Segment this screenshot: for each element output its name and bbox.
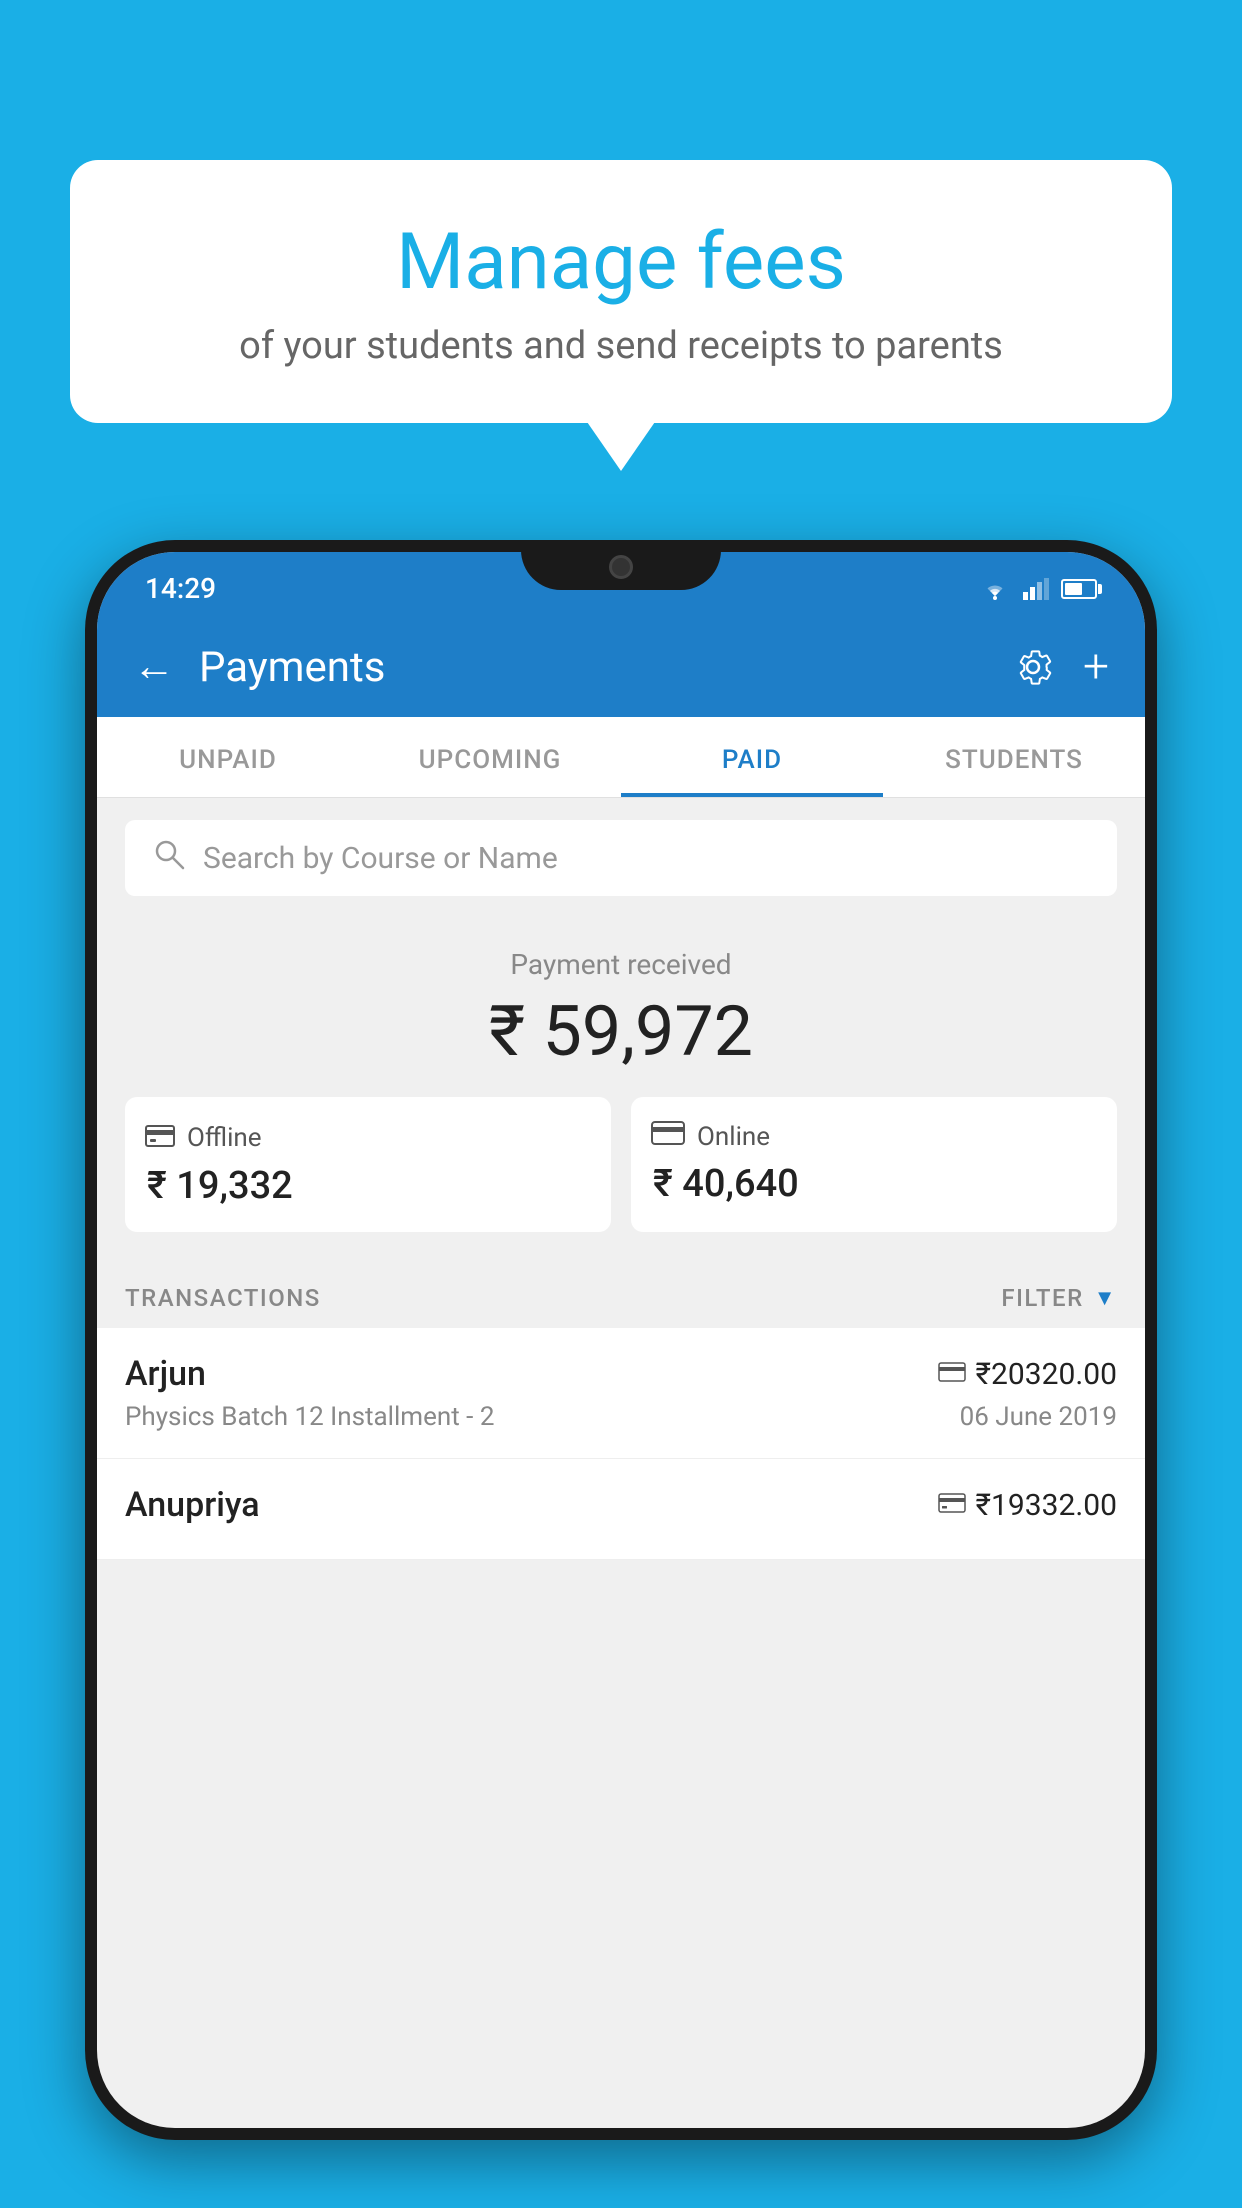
filter-label: FILTER xyxy=(1001,1284,1083,1312)
phone-notch xyxy=(521,540,721,590)
phone-frame: 14:29 xyxy=(85,540,1157,2140)
battery-icon xyxy=(1061,579,1097,599)
transaction-amount-group: ₹20320.00 xyxy=(938,1357,1117,1392)
transaction-top: Anupriya ₹19332.00 xyxy=(125,1485,1117,1525)
header-icons: + xyxy=(1011,640,1109,694)
status-time: 14:29 xyxy=(145,572,216,605)
transaction-amount: ₹19332.00 xyxy=(976,1488,1117,1523)
tab-students[interactable]: STUDENTS xyxy=(883,717,1145,797)
phone-camera xyxy=(609,555,633,579)
signal-icon xyxy=(1023,578,1049,600)
bubble-title: Manage fees xyxy=(120,220,1122,306)
payment-cards: Offline ₹ 19,332 xyxy=(125,1097,1117,1232)
transaction-amount-group: ₹19332.00 xyxy=(938,1488,1117,1523)
phone-screen: 14:29 xyxy=(97,552,1145,2128)
phone-container: 14:29 xyxy=(85,540,1157,2208)
search-placeholder: Search by Course or Name xyxy=(203,841,558,876)
transaction-description: Physics Batch 12 Installment - 2 xyxy=(125,1402,494,1432)
payment-received-label: Payment received xyxy=(125,948,1117,981)
offline-icon xyxy=(145,1121,175,1154)
settings-icon[interactable] xyxy=(1011,645,1055,689)
tab-upcoming[interactable]: UPCOMING xyxy=(359,717,621,797)
page-title: Payments xyxy=(199,643,987,692)
transaction-name: Anupriya xyxy=(125,1485,260,1525)
tab-paid[interactable]: PAID xyxy=(621,717,883,797)
offline-card-header: Offline xyxy=(145,1121,591,1154)
transaction-bottom: Physics Batch 12 Installment - 2 06 June… xyxy=(125,1402,1117,1432)
online-payment-card: Online ₹ 40,640 xyxy=(631,1097,1117,1232)
status-icons xyxy=(979,578,1097,600)
transactions-header: TRANSACTIONS FILTER ▼ xyxy=(97,1260,1145,1328)
offline-payment-card: Offline ₹ 19,332 xyxy=(125,1097,611,1232)
transactions-label: TRANSACTIONS xyxy=(125,1284,321,1312)
search-icon xyxy=(153,838,185,878)
add-button[interactable]: + xyxy=(1083,640,1109,694)
tabs-bar: UNPAID UPCOMING PAID STUDENTS xyxy=(97,717,1145,798)
payment-summary: Payment received ₹ 59,972 xyxy=(97,918,1145,1260)
table-row[interactable]: Arjun ₹20320.00 Physics xyxy=(97,1328,1145,1459)
tab-unpaid[interactable]: UNPAID xyxy=(97,717,359,797)
online-icon xyxy=(651,1121,685,1152)
offline-label: Offline xyxy=(187,1123,262,1153)
bubble-subtitle: of your students and send receipts to pa… xyxy=(120,324,1122,368)
app-header: ← Payments + xyxy=(97,617,1145,717)
online-label: Online xyxy=(697,1122,770,1152)
online-payment-icon xyxy=(938,1359,966,1389)
search-bar[interactable]: Search by Course or Name xyxy=(125,820,1117,896)
filter-button[interactable]: FILTER ▼ xyxy=(1001,1284,1117,1312)
online-amount: ₹ 40,640 xyxy=(651,1162,1097,1206)
transaction-name: Arjun xyxy=(125,1354,206,1394)
filter-icon: ▼ xyxy=(1094,1285,1117,1311)
table-row[interactable]: Anupriya ₹19332.00 xyxy=(97,1459,1145,1560)
wifi-icon xyxy=(979,578,1011,600)
content-area: Search by Course or Name Payment receive… xyxy=(97,798,1145,1560)
payment-total-amount: ₹ 59,972 xyxy=(125,991,1117,1073)
online-card-header: Online xyxy=(651,1121,1097,1152)
transaction-amount: ₹20320.00 xyxy=(976,1357,1117,1392)
back-button[interactable]: ← xyxy=(133,646,175,688)
offline-amount: ₹ 19,332 xyxy=(145,1164,591,1208)
transaction-date: 06 June 2019 xyxy=(960,1402,1117,1432)
speech-bubble: Manage fees of your students and send re… xyxy=(70,160,1172,423)
offline-payment-icon xyxy=(938,1490,966,1520)
transaction-top: Arjun ₹20320.00 xyxy=(125,1354,1117,1394)
